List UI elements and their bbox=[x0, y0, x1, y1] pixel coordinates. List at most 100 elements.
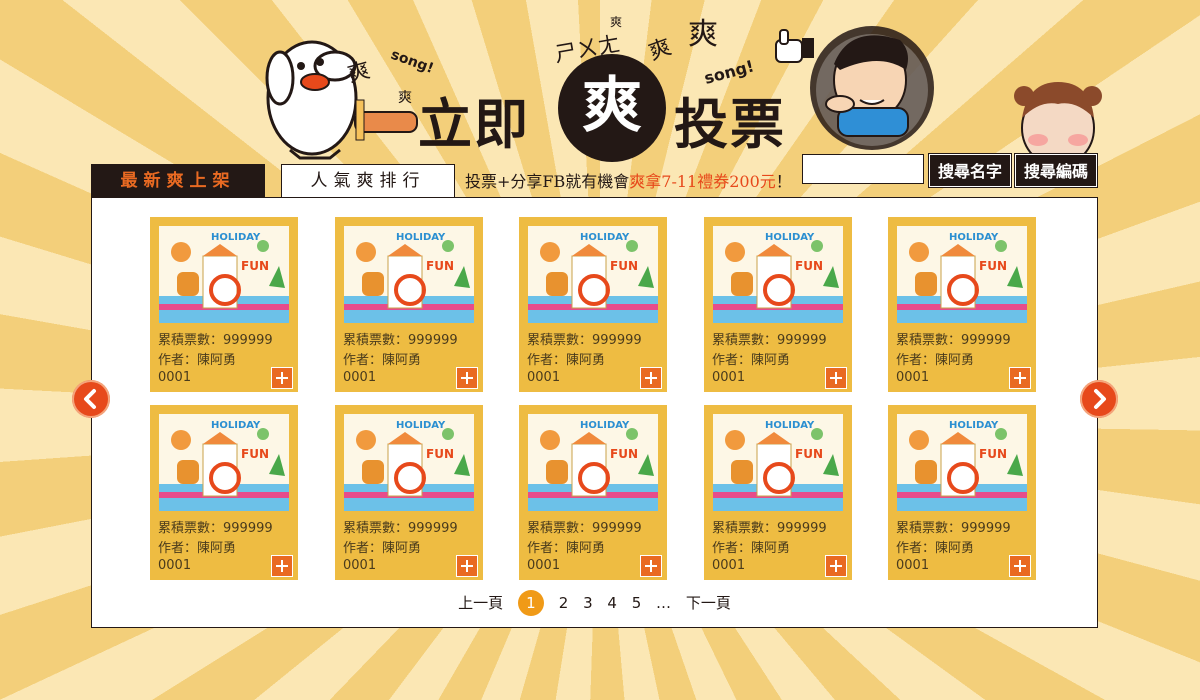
entry-card[interactable]: FUN HOLIDAY 累積票數：999999 作者：陳阿勇 0001 bbox=[335, 217, 483, 392]
entry-votes: 累積票數：999999 bbox=[158, 333, 273, 348]
promo-suffix: ！ bbox=[775, 172, 792, 191]
thumb-holiday-text: HOLIDAY bbox=[580, 420, 630, 431]
svg-text:爽: 爽 bbox=[398, 90, 412, 106]
svg-text:爽: 爽 bbox=[610, 15, 622, 29]
add-vote-icon[interactable] bbox=[1009, 367, 1031, 389]
page-5[interactable]: 5 bbox=[632, 590, 642, 616]
entry-code: 0001 bbox=[896, 370, 930, 385]
add-vote-icon[interactable] bbox=[456, 367, 478, 389]
page-2[interactable]: 2 bbox=[559, 590, 569, 616]
page-3[interactable]: 3 bbox=[583, 590, 593, 616]
entry-card[interactable]: FUN HOLIDAY 累積票數：999999 作者：陳阿勇 0001 bbox=[150, 217, 298, 392]
chevron-right-icon bbox=[1094, 389, 1106, 409]
prev-arrow-button[interactable] bbox=[72, 380, 110, 418]
thumb-holiday-text: HOLIDAY bbox=[949, 420, 999, 431]
add-vote-icon[interactable] bbox=[1009, 555, 1031, 577]
entry-votes: 累積票數：999999 bbox=[712, 333, 827, 348]
entry-artwork-image: FUN HOLIDAY bbox=[897, 414, 1027, 511]
entry-author: 作者：陳阿勇 bbox=[343, 353, 422, 368]
entry-thumbnail[interactable]: FUN HOLIDAY bbox=[159, 414, 289, 511]
entry-thumbnail[interactable]: FUN HOLIDAY bbox=[159, 226, 289, 323]
entry-card[interactable]: FUN HOLIDAY 累積票數：999999 作者：陳阿勇 0001 bbox=[704, 405, 852, 580]
promo-highlight: 爽拿7-11禮券200元 bbox=[629, 172, 776, 191]
thumb-holiday-text: HOLIDAY bbox=[396, 232, 446, 243]
pagination: 上一頁 1 2 3 4 5 … 下一頁 bbox=[92, 590, 1097, 616]
svg-text:爽: 爽 bbox=[688, 17, 718, 52]
promo-prefix: 投票+分享FB就有機會 bbox=[465, 172, 630, 191]
add-vote-icon[interactable] bbox=[271, 367, 293, 389]
entry-thumbnail[interactable]: FUN HOLIDAY bbox=[897, 414, 1027, 511]
svg-text:爽: 爽 bbox=[646, 35, 675, 66]
entry-card[interactable]: FUN HOLIDAY 累積票數：999999 作者：陳阿勇 0001 bbox=[519, 405, 667, 580]
entry-thumbnail[interactable]: FUN HOLIDAY bbox=[344, 226, 474, 323]
entry-code: 0001 bbox=[158, 370, 192, 385]
entry-author: 作者：陳阿勇 bbox=[896, 353, 975, 368]
entry-thumbnail[interactable]: FUN HOLIDAY bbox=[713, 414, 843, 511]
thumb-fun-text: FUN bbox=[610, 447, 638, 461]
entry-votes: 累積票數：999999 bbox=[712, 521, 827, 536]
page-4[interactable]: 4 bbox=[607, 590, 617, 616]
entry-artwork-image: FUN HOLIDAY bbox=[713, 226, 843, 323]
entry-thumbnail[interactable]: FUN HOLIDAY bbox=[344, 414, 474, 511]
page-1[interactable]: 1 bbox=[517, 590, 544, 616]
entry-author: 作者：陳阿勇 bbox=[712, 353, 791, 368]
entry-thumbnail[interactable]: FUN HOLIDAY bbox=[713, 226, 843, 323]
entry-code: 0001 bbox=[527, 558, 561, 573]
add-vote-icon[interactable] bbox=[825, 367, 847, 389]
boy-character-illustration bbox=[810, 26, 934, 150]
entry-artwork-image: FUN HOLIDAY bbox=[159, 226, 289, 323]
entry-code: 0001 bbox=[712, 558, 746, 573]
search-input[interactable] bbox=[802, 154, 924, 184]
entries-panel: FUN HOLIDAY 累積票數：999999 作者：陳阿勇 0001 FUN HOLIDA… bbox=[91, 197, 1098, 628]
add-vote-icon[interactable] bbox=[640, 367, 662, 389]
entry-code: 0001 bbox=[527, 370, 561, 385]
next-page-link[interactable]: 下一頁 bbox=[686, 590, 731, 616]
entry-code: 0001 bbox=[712, 370, 746, 385]
thumbs-up-icon bbox=[775, 29, 814, 63]
entry-card[interactable]: FUN HOLIDAY 累積票數：999999 作者：陳阿勇 0001 bbox=[888, 405, 1036, 580]
entry-artwork-image: FUN HOLIDAY bbox=[528, 226, 658, 323]
entry-card[interactable]: FUN HOLIDAY 累積票數：999999 作者：陳阿勇 0001 bbox=[150, 405, 298, 580]
add-vote-icon[interactable] bbox=[640, 555, 662, 577]
prev-page-link[interactable]: 上一頁 bbox=[458, 590, 503, 616]
entry-card[interactable]: FUN HOLIDAY 累積票數：999999 作者：陳阿勇 0001 bbox=[519, 217, 667, 392]
thumb-fun-text: FUN bbox=[610, 259, 638, 273]
entry-votes: 累積票數：999999 bbox=[343, 521, 458, 536]
add-vote-icon[interactable] bbox=[271, 555, 293, 577]
search-by-code-button[interactable]: 搜尋編碼 bbox=[1014, 153, 1098, 188]
thumb-fun-text: FUN bbox=[979, 259, 1007, 273]
entry-author: 作者：陳阿勇 bbox=[712, 541, 791, 556]
thumb-fun-text: FUN bbox=[426, 259, 454, 273]
entry-votes: 累積票數：999999 bbox=[527, 521, 642, 536]
promo-text: 投票+分享FB就有機會爽拿7-11禮券200元！ bbox=[465, 168, 792, 192]
thumb-fun-text: FUN bbox=[795, 259, 823, 273]
page-title-left: 立即 bbox=[418, 92, 530, 156]
thumb-fun-text: FUN bbox=[795, 447, 823, 461]
entry-card[interactable]: FUN HOLIDAY 累積票數：999999 作者：陳阿勇 0001 bbox=[335, 405, 483, 580]
entry-code: 0001 bbox=[343, 370, 377, 385]
thumb-fun-text: FUN bbox=[241, 259, 269, 273]
page-title-emblem: 爽 bbox=[558, 54, 666, 162]
entry-author: 作者：陳阿勇 bbox=[158, 541, 237, 556]
next-arrow-button[interactable] bbox=[1080, 380, 1118, 418]
entry-thumbnail[interactable]: FUN HOLIDAY bbox=[897, 226, 1027, 323]
entry-artwork-image: FUN HOLIDAY bbox=[159, 414, 289, 511]
entry-votes: 累積票數：999999 bbox=[527, 333, 642, 348]
add-vote-icon[interactable] bbox=[456, 555, 478, 577]
entry-thumbnail[interactable]: FUN HOLIDAY bbox=[528, 226, 658, 323]
entry-votes: 累積票數：999999 bbox=[896, 333, 1011, 348]
entry-code: 0001 bbox=[896, 558, 930, 573]
add-vote-icon[interactable] bbox=[825, 555, 847, 577]
entry-artwork-image: FUN HOLIDAY bbox=[897, 226, 1027, 323]
entry-artwork-image: FUN HOLIDAY bbox=[344, 226, 474, 323]
entry-card[interactable]: FUN HOLIDAY 累積票數：999999 作者：陳阿勇 0001 bbox=[888, 217, 1036, 392]
thumb-holiday-text: HOLIDAY bbox=[949, 232, 999, 243]
entry-author: 作者：陳阿勇 bbox=[896, 541, 975, 556]
entry-votes: 累積票數：999999 bbox=[343, 333, 458, 348]
search-by-name-button[interactable]: 搜尋名字 bbox=[928, 153, 1012, 188]
tab-popular[interactable]: 人氣爽排行 bbox=[281, 164, 455, 198]
entry-thumbnail[interactable]: FUN HOLIDAY bbox=[528, 414, 658, 511]
tab-latest[interactable]: 最新爽上架 bbox=[91, 164, 265, 198]
entry-artwork-image: FUN HOLIDAY bbox=[344, 414, 474, 511]
entry-card[interactable]: FUN HOLIDAY 累積票數：999999 作者：陳阿勇 0001 bbox=[704, 217, 852, 392]
